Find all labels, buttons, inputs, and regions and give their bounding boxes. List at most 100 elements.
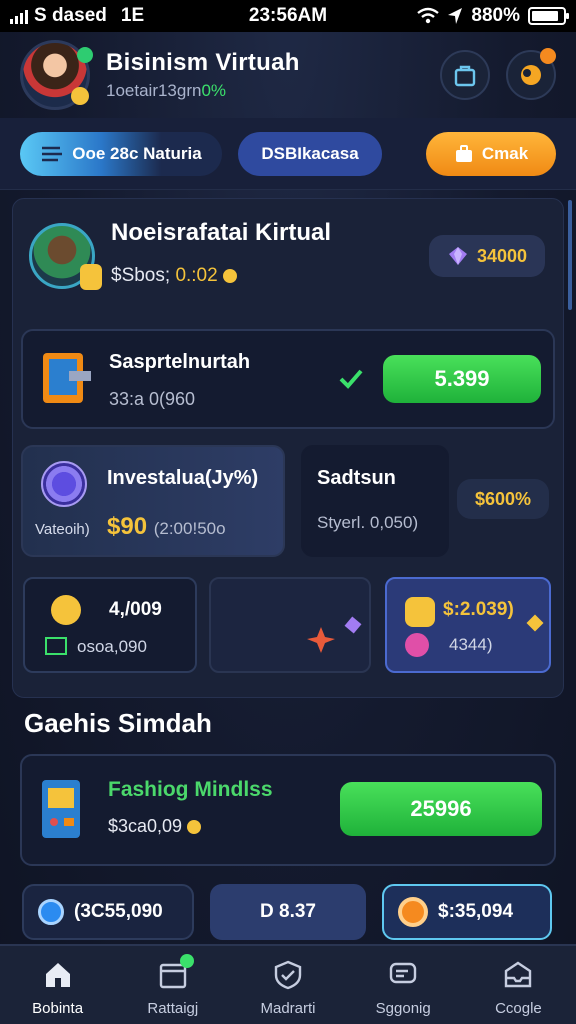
home-icon (41, 958, 75, 992)
pill-cmak[interactable]: Cmak (426, 131, 556, 176)
location-icon (448, 8, 463, 24)
nav-badge (179, 954, 194, 968)
header-text: Bisinism Virtuah 1oetair13grn0% (106, 49, 424, 101)
player-balance: $Sbos; 0.:02 (111, 265, 237, 287)
investalua-amount: $90 (2:00!50o (107, 513, 226, 541)
avatar[interactable] (20, 40, 93, 110)
filter-bar: Ooe 28c Naturia DSBIkacasa Cmak (0, 118, 576, 190)
shield-check-icon (271, 958, 305, 992)
stat-tile-3-sub: 4344) (449, 635, 493, 654)
player-avatar[interactable] (29, 223, 102, 290)
bag-button[interactable] (440, 50, 490, 100)
stat-tile-3[interactable]: $:2.039) 4344) (385, 577, 551, 673)
sadtsun-subtitle: Styerl. 0,050) (317, 513, 419, 532)
investalua-label: Vateoih) (35, 521, 90, 538)
pill-cmak-label: Cmak (481, 143, 529, 163)
sadtsun-percent[interactable]: $600% (457, 479, 549, 519)
gem-count: 34000 (476, 245, 528, 266)
bag-icon (454, 65, 476, 87)
pill-dsbikacasa[interactable]: DSBIkacasa (238, 131, 382, 176)
signal-icon (10, 8, 28, 24)
profile-button[interactable] (506, 48, 556, 100)
coin-stack-icon (51, 595, 81, 625)
balance-prefix: $Sbos; (111, 265, 176, 286)
diamond-icon (526, 614, 544, 632)
menu-icon (42, 146, 63, 161)
coin-icon (71, 87, 89, 105)
header-subtitle: 1oetair13grn0% (106, 81, 424, 101)
battery-icon (528, 7, 569, 25)
status-left: S dased 1E (10, 5, 210, 27)
status-bar: S dased 1E 23:56AM 880% (0, 0, 576, 32)
investalua-amount-value: $90 (107, 513, 148, 540)
coin-icon (222, 268, 237, 283)
nav-item-rattaigj[interactable]: Rattaigj (115, 946, 230, 1024)
investalua-title: Investalua(Jy%) (107, 467, 259, 489)
carrier-label: S dased (34, 5, 107, 26)
gem-counter[interactable]: 34000 (429, 235, 545, 277)
sadtsun-title: Sadtsun (317, 467, 396, 489)
stat-tile-1-value: 4,/009 (109, 599, 162, 620)
arcade-icon (42, 780, 80, 838)
briefcase-icon (455, 144, 472, 162)
investalua-icon (41, 461, 87, 507)
monitor-icon (43, 353, 91, 403)
coin-orange-icon (398, 897, 428, 927)
main-panel: Noeisrafatai Kirtual $Sbos; 0.:02 34000 … (12, 198, 564, 698)
subtitle-percent: 0% (201, 81, 227, 100)
calendar-icon (156, 954, 194, 992)
nav-item-madrarti[interactable]: Madrarti (230, 946, 345, 1024)
investalua-amount-extra: (2:00!50o (153, 519, 226, 538)
chart-icon (45, 637, 67, 655)
network-label: 1E (120, 5, 145, 26)
online-badge (77, 47, 93, 63)
notification-badge (540, 48, 556, 64)
battery-percent: 880% (471, 5, 520, 26)
bottom-chip-3-label: $:35,094 (438, 901, 514, 922)
sadtsun-card[interactable]: Sadtsun Styerl. 0,050) (301, 445, 449, 557)
stat-tile-1[interactable]: 4,/009 osoa,090 (23, 577, 197, 673)
feature-subtitle: $3ca0,09 (108, 816, 202, 837)
scrollbar[interactable] (568, 200, 572, 310)
balance-value: 0.:02 (175, 265, 218, 286)
heart-icon (405, 633, 429, 657)
bottom-nav: Bobinta Rattaigj Madrarti Sggonig Ccogle (0, 944, 576, 1024)
status-right: 880% (366, 5, 569, 27)
nav-label-ccogle: Ccogle (495, 1000, 542, 1017)
nav-item-bobinta[interactable]: Bobinta (0, 946, 115, 1024)
nav-item-sggonig[interactable]: Sggonig (346, 946, 461, 1024)
invest-button[interactable]: 5.399 (383, 355, 541, 403)
wave-hand-icon (80, 264, 102, 290)
check-icon (339, 369, 363, 389)
bottom-chip-2[interactable]: D 8.37 (210, 884, 366, 940)
chat-icon (386, 958, 420, 992)
inbox-icon (501, 958, 535, 992)
bottom-chip-1[interactable]: (3C55,090 (22, 884, 194, 940)
puzzle-icon (405, 597, 435, 627)
nav-item-ccogle[interactable]: Ccogle (461, 946, 576, 1024)
status-time: 23:56AM (248, 5, 328, 26)
wifi-icon (417, 7, 440, 24)
coin-blue-icon (38, 899, 64, 925)
stat-tile-3-value: $:2.039) (443, 599, 514, 620)
nav-label-sggonig: Sggonig (375, 1000, 431, 1017)
pill-naturia[interactable]: Ooe 28c Naturia (20, 131, 222, 176)
sparkle-icon (307, 616, 362, 653)
investment-subtitle: 33:a 0(960 (109, 389, 196, 409)
feature-subtitle-text: $3ca0,09 (108, 816, 183, 836)
bottom-chip-2-label: D 8.37 (260, 901, 316, 922)
profile-summary: Noeisrafatai Kirtual $Sbos; 0.:02 34000 (29, 219, 549, 299)
investalua-card[interactable]: Investalua(Jy%) Vateoih) $90 (2:00!50o (21, 445, 285, 557)
gem-icon (448, 247, 467, 265)
bottom-chip-3[interactable]: $:35,094 (382, 884, 552, 940)
stat-tile-2[interactable] (209, 577, 371, 673)
player-name: Noeisrafatai Kirtual (111, 219, 332, 246)
page-title: Bisinism Virtuah (106, 49, 300, 76)
nav-label-bobinta: Bobinta (32, 1000, 84, 1017)
feature-card[interactable]: Fashiog Mindlss $3ca0,09 25996 (20, 754, 556, 866)
feature-button[interactable]: 25996 (340, 782, 542, 836)
bottom-chip-1-label: (3C55,090 (74, 901, 163, 922)
nav-label-madrarti: Madrarti (260, 1000, 316, 1017)
feature-title: Fashiog Mindlss (108, 778, 273, 801)
investment-card[interactable]: Sasprtelnurtah 33:a 0(960 5.399 (21, 329, 555, 429)
